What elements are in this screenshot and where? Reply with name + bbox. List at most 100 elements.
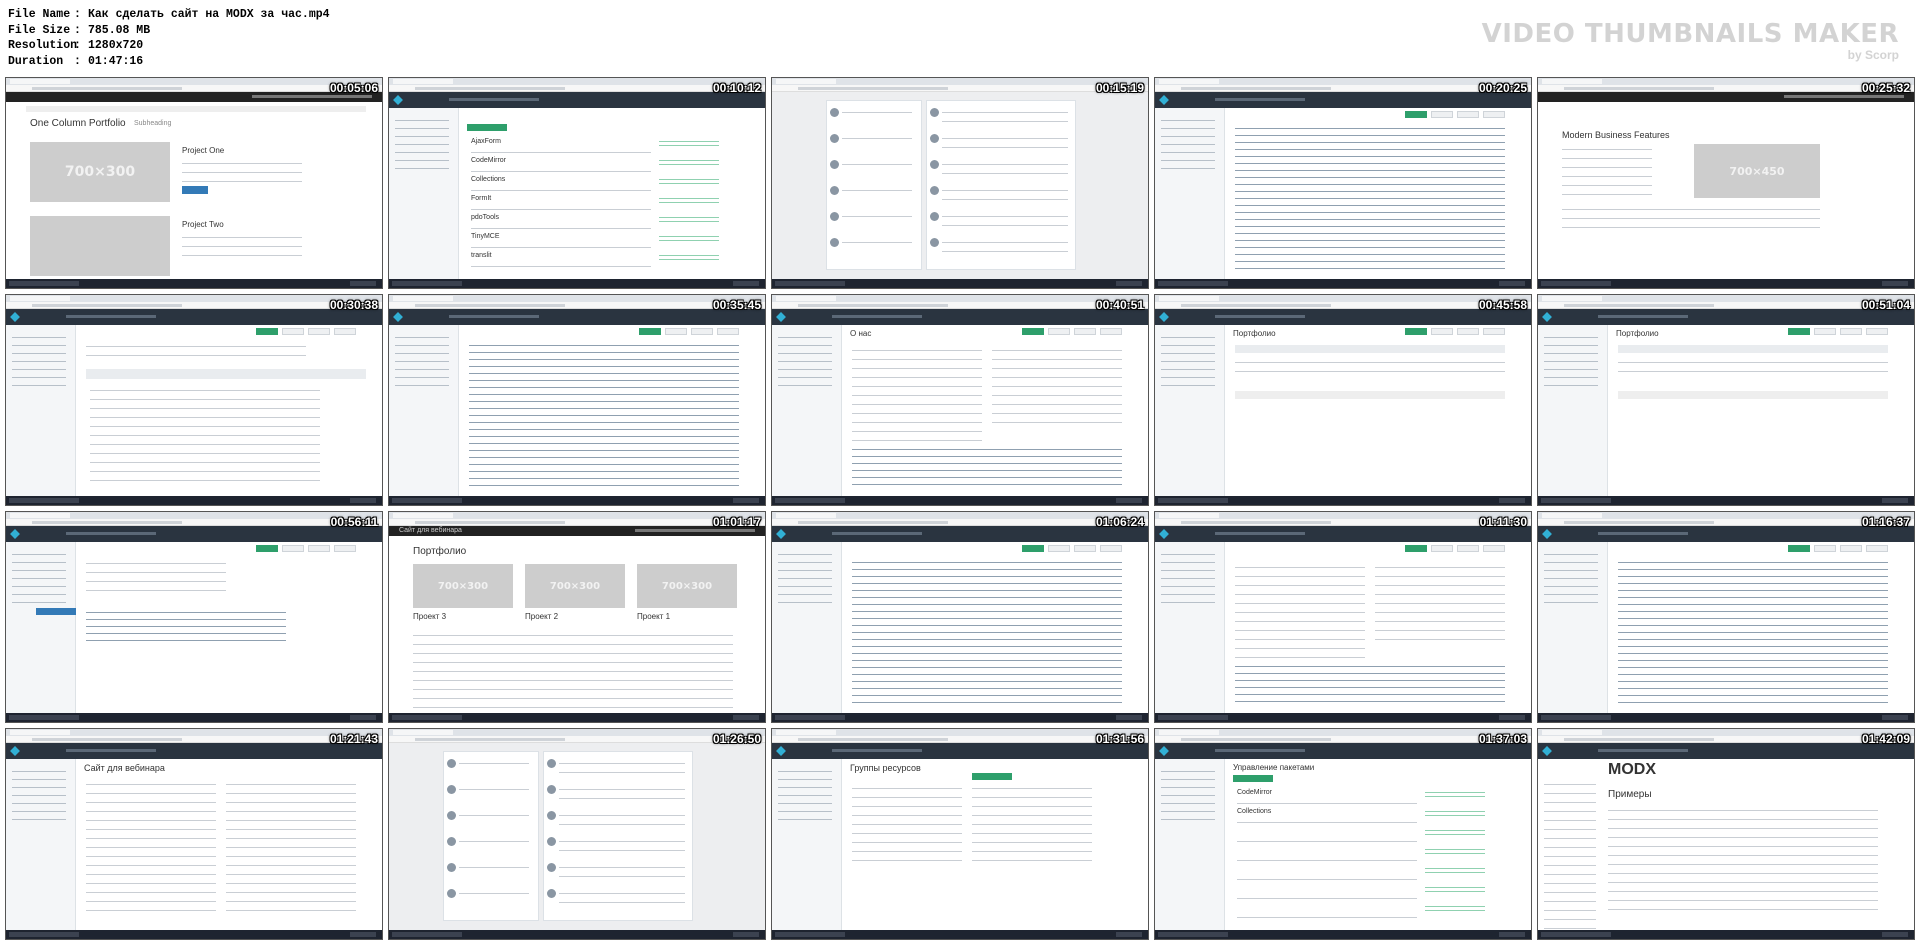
save-button[interactable]	[639, 328, 661, 335]
avatar	[547, 759, 556, 768]
thumbnail: О нас 00:40:51	[771, 294, 1149, 506]
package-status	[1425, 789, 1485, 799]
toolbar-button[interactable]	[1814, 328, 1836, 335]
toolbar-button[interactable]	[1074, 328, 1096, 335]
body-text	[1562, 204, 1820, 228]
toolbar-button[interactable]	[282, 328, 304, 335]
timestamp: 01:01:17	[712, 515, 761, 529]
toolbar-button[interactable]	[1431, 328, 1453, 335]
save-button[interactable]	[1405, 328, 1427, 335]
browser-tabs	[389, 295, 765, 302]
avatar	[830, 108, 839, 117]
package-actions	[471, 147, 651, 153]
toolbar-button[interactable]	[717, 328, 739, 335]
toolbar-button[interactable]	[1840, 328, 1862, 335]
toolbar-button[interactable]	[282, 545, 304, 552]
save-button[interactable]	[256, 545, 278, 552]
timestamp: 01:06:24	[1095, 515, 1144, 529]
comment-text	[942, 237, 1068, 255]
thumbnail: Modern Business Features 700×450 00:25:32	[1537, 77, 1915, 289]
brand-title: VIDEO THUMBNAILS MAKER	[1481, 19, 1899, 49]
project-title: Проект 2	[525, 612, 559, 621]
toolbar-button[interactable]	[1100, 328, 1122, 335]
timestamp: 01:21:43	[329, 732, 378, 746]
resource-tree	[772, 542, 842, 713]
comment-text	[559, 862, 685, 880]
timestamp: 00:40:51	[1095, 298, 1144, 312]
form-fields	[86, 341, 306, 361]
grid-toolbar	[1235, 345, 1505, 353]
toolbar-button[interactable]	[1457, 111, 1479, 118]
timestamp: 01:16:37	[1861, 515, 1910, 529]
avatar	[447, 811, 456, 820]
thumbnail: One Column Portfolio Subheading 700×300 Pro…	[5, 77, 383, 289]
toolbar-button[interactable]	[1431, 545, 1453, 552]
toolbar-button[interactable]	[1866, 545, 1888, 552]
resource-tree	[1155, 325, 1225, 496]
avatar	[930, 108, 939, 117]
timestamp: 00:30:38	[329, 298, 378, 312]
duration-value: 01:47:16	[88, 54, 144, 68]
browser-tabs	[1538, 295, 1914, 302]
modx-logo: MODX	[1608, 761, 1656, 778]
modx-header	[772, 743, 1148, 759]
resource-tree	[6, 542, 76, 713]
address-bar	[772, 302, 1148, 309]
message-text	[459, 758, 529, 772]
toolbar-button[interactable]	[1048, 545, 1070, 552]
toolbar-button[interactable]	[1074, 545, 1096, 552]
browser-tabs	[772, 295, 1148, 302]
page-title: Группы ресурсов	[850, 763, 921, 773]
toolbar-button[interactable]	[1483, 111, 1505, 118]
page-title: Портфолио	[413, 546, 467, 557]
address-bar	[389, 85, 765, 92]
browser-tabs	[6, 729, 382, 736]
modx-header	[772, 526, 1148, 542]
save-button[interactable]	[1405, 545, 1427, 552]
avatar	[830, 186, 839, 195]
toolbar-button[interactable]	[1100, 545, 1122, 552]
taskbar	[6, 496, 382, 505]
toolbar-button[interactable]	[308, 328, 330, 335]
package-actions	[471, 185, 651, 191]
taskbar	[772, 496, 1148, 505]
project-title: Проект 1	[637, 612, 671, 621]
toolbar-button[interactable]	[665, 328, 687, 335]
avatar	[547, 863, 556, 872]
content-area	[1235, 662, 1505, 702]
create-group-button[interactable]	[972, 773, 1012, 780]
toolbar-button[interactable]	[1483, 328, 1505, 335]
toolbar-button[interactable]	[1814, 545, 1836, 552]
save-button[interactable]	[1788, 545, 1810, 552]
save-button[interactable]	[1405, 111, 1427, 118]
timestamp: 00:35:45	[712, 298, 761, 312]
code-editor	[1618, 558, 1888, 708]
package-status	[1425, 846, 1485, 856]
project-title: Проект 3	[413, 612, 447, 621]
add-button[interactable]	[467, 124, 507, 131]
taskbar	[1155, 496, 1531, 505]
toolbar-button[interactable]	[334, 328, 356, 335]
save-button[interactable]	[1022, 545, 1044, 552]
avatar	[830, 238, 839, 247]
toolbar-button[interactable]	[1431, 111, 1453, 118]
avatar	[830, 160, 839, 169]
toolbar-button[interactable]	[691, 328, 713, 335]
add-button[interactable]	[1233, 775, 1273, 782]
toolbar-button[interactable]	[1840, 545, 1862, 552]
save-button[interactable]	[256, 328, 278, 335]
toolbar-button[interactable]	[334, 545, 356, 552]
toolbar-button[interactable]	[308, 545, 330, 552]
package-status	[659, 233, 719, 243]
toolbar-button[interactable]	[1048, 328, 1070, 335]
toolbar-button[interactable]	[1457, 545, 1479, 552]
toolbar-button[interactable]	[1483, 545, 1505, 552]
resource-tree	[6, 325, 76, 496]
toolbar-button[interactable]	[1866, 328, 1888, 335]
save-button[interactable]	[1022, 328, 1044, 335]
view-project-button[interactable]	[182, 186, 208, 194]
save-button[interactable]	[1788, 328, 1810, 335]
comment-text	[559, 784, 685, 802]
grid-rows	[1618, 357, 1888, 379]
toolbar-button[interactable]	[1457, 328, 1479, 335]
